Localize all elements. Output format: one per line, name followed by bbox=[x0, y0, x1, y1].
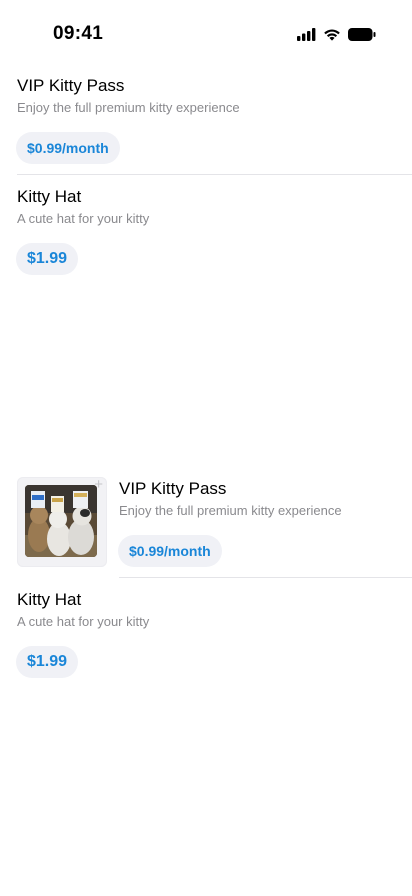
add-icon[interactable]: + bbox=[94, 477, 103, 493]
product-description: A cute hat for your kitty bbox=[17, 614, 150, 629]
divider bbox=[119, 577, 412, 578]
product-description: A cute hat for your kitty bbox=[17, 211, 150, 226]
product-row[interactable]: + VIP Kitty Pass Enjoy the full premium … bbox=[0, 470, 412, 578]
product-thumbnail: + bbox=[17, 477, 107, 567]
price-button[interactable]: $1.99 bbox=[16, 646, 79, 678]
divider bbox=[17, 174, 412, 175]
product-description: Enjoy the full premium kitty experience bbox=[119, 503, 342, 518]
product-title: VIP Kitty Pass bbox=[17, 76, 125, 95]
product-row[interactable]: Kitty Hat A cute hat for your kitty $1.9… bbox=[0, 176, 412, 286]
product-title: Kitty Hat bbox=[17, 590, 82, 609]
cats-photo bbox=[25, 485, 97, 557]
product-row[interactable]: VIP Kitty Pass Enjoy the full premium ki… bbox=[0, 0, 412, 175]
product-title: VIP Kitty Pass bbox=[119, 479, 227, 498]
price-button[interactable]: $1.99 bbox=[16, 243, 79, 275]
product-title: Kitty Hat bbox=[17, 187, 82, 206]
product-description: Enjoy the full premium kitty experience bbox=[17, 100, 240, 115]
product-row[interactable]: Kitty Hat A cute hat for your kitty $1.9… bbox=[0, 579, 412, 689]
price-button[interactable]: $0.99/month bbox=[118, 535, 222, 567]
price-button[interactable]: $0.99/month bbox=[16, 132, 120, 164]
